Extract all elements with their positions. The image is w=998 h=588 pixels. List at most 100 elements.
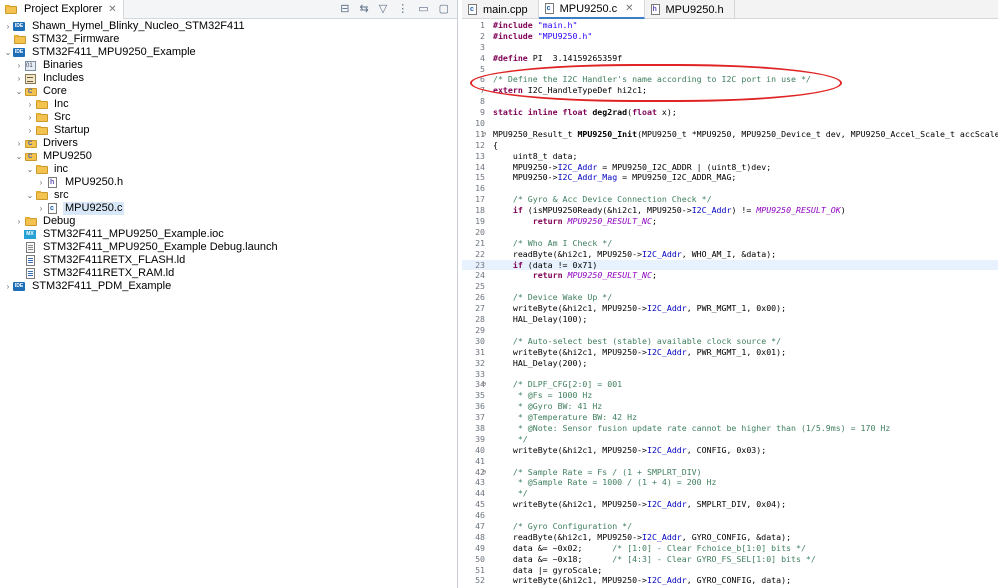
code-token: x); (661, 107, 677, 118)
expanded-chevron-icon[interactable]: ⌄ (14, 85, 24, 98)
collapsed-chevron-icon[interactable]: › (14, 137, 24, 150)
project-explorer-panel: Project Explorer ✕ ⊟ ⇆ ▽ ⋮ ▭ ▢ › Shawn_Hy… (0, 0, 458, 588)
code-line: 52 writeByte(&hi2c1, MPU9250->I2C_Addr, … (462, 575, 998, 586)
code-text: if (isMPU9250Ready(&hi2c1, MPU9250->I2C_… (493, 205, 846, 216)
code-line: 30 /* Auto-select best (stable) availabl… (462, 336, 998, 347)
collapse-all-icon[interactable]: ⊟ (340, 0, 349, 19)
collapsed-chevron-icon[interactable]: › (25, 98, 35, 111)
tree-item[interactable]: › MPU9250.c (0, 202, 457, 215)
tree-item[interactable]: › STM32F411_PDM_Example (0, 280, 457, 293)
close-view-icon[interactable]: ✕ (108, 4, 116, 15)
code-text: /* Who Am I Check */ (493, 238, 612, 249)
tree-item[interactable]: › Binaries (0, 59, 457, 72)
editor-tab[interactable]: MPU9250.c ✕ (538, 0, 645, 19)
expanded-chevron-icon[interactable]: ⌄ (25, 189, 35, 202)
line-number: 35 (475, 390, 485, 401)
tree-item[interactable]: ⌄ STM32F411_MPU9250_Example (0, 46, 457, 59)
project-explorer-icon (4, 4, 18, 15)
folder-icon (13, 34, 27, 45)
tree-item-label: STM32_Firmware (32, 33, 120, 45)
code-line: 13 uint8_t data; (462, 151, 998, 162)
folder-icon (24, 216, 38, 227)
tree-item[interactable]: STM32F411RETX_RAM.ld (0, 267, 457, 280)
folder-icon (35, 190, 49, 201)
code-token: HAL_Delay(100); (493, 314, 588, 325)
line-number: 22 (475, 248, 485, 259)
editor-tab[interactable]: MPU9250.h (645, 0, 735, 19)
code-token: if (493, 259, 528, 270)
code-line: 38 * @Note: Sensor fusion update rate ca… (462, 423, 998, 434)
line-number: 40 (475, 444, 485, 455)
tree-item[interactable]: STM32F411RETX_FLASH.ld (0, 254, 457, 267)
project-explorer-tab[interactable]: Project Explorer ✕ (0, 0, 124, 19)
fold-toggle-icon[interactable]: ⊖ (482, 379, 486, 390)
c-file-icon (46, 203, 60, 214)
code-token: ) != (731, 205, 757, 216)
code-token: data &= ~0x18; (493, 553, 613, 564)
line-number: 44 (475, 488, 485, 499)
link-with-editor-icon[interactable]: ⇆ (360, 0, 369, 19)
editor-tab[interactable]: main.cpp (462, 0, 539, 19)
minimize-icon[interactable]: ▭ (418, 0, 428, 19)
code-text: extern I2C_HandleTypeDef hi2c1; (493, 85, 647, 96)
tree-item[interactable]: › Src (0, 111, 457, 124)
collapsed-chevron-icon[interactable]: › (3, 280, 13, 293)
tree-item[interactable]: › Drivers (0, 137, 457, 150)
collapsed-chevron-icon[interactable]: › (25, 111, 35, 124)
line-number: 25 (475, 281, 485, 292)
close-tab-icon[interactable]: ✕ (625, 3, 633, 14)
code-token: (MPU9250_t *MPU9250, MPU9250_Device_t de… (637, 128, 998, 139)
code-token: I2C_Addr (646, 444, 687, 455)
collapsed-chevron-icon[interactable]: › (25, 124, 35, 137)
collapsed-chevron-icon[interactable]: › (36, 176, 46, 189)
code-token: deg2rad (592, 107, 628, 118)
code-line: 36 * @Gyro BW: 41 Hz (462, 401, 998, 412)
code-text: MPU9250->I2C_Addr = MPU9250_I2C_ADDR | (… (493, 162, 771, 173)
tree-item[interactable]: › Inc (0, 98, 457, 111)
code-text: data |= gyroScale; (493, 565, 602, 576)
tree-item[interactable]: STM32F411_MPU9250_Example Debug.launch (0, 241, 457, 254)
collapsed-chevron-icon[interactable]: › (3, 20, 13, 33)
code-area[interactable]: 1 #include "main.h" 2 #include "MPU9250.h" 3… (462, 19, 998, 588)
code-line: 19 return MPU9250_RESULT_NC; (462, 216, 998, 227)
tree-item-label: Shawn_Hymel_Blinky_Nucleo_STM32F411 (32, 20, 245, 32)
tree-item[interactable]: › Debug (0, 215, 457, 228)
includes-icon (24, 73, 38, 84)
code-line: 6 /* Define the I2C Handler's name accord… (462, 74, 998, 85)
expanded-chevron-icon[interactable]: ⌄ (14, 150, 24, 163)
fold-toggle-icon[interactable]: ⊖ (482, 129, 486, 140)
collapsed-chevron-icon[interactable]: › (36, 202, 46, 215)
collapsed-chevron-icon[interactable]: › (14, 59, 24, 72)
code-token: , WHO_AM_I, &data); (681, 248, 777, 259)
code-token: I2C_Addr (646, 303, 687, 314)
code-token: float (632, 107, 662, 118)
tree-item[interactable]: › MPU9250.h (0, 176, 457, 189)
expanded-chevron-icon[interactable]: ⌄ (3, 46, 13, 59)
code-line: 1 #include "main.h" (462, 20, 998, 31)
collapsed-chevron-icon[interactable]: › (14, 215, 24, 228)
tree-item[interactable]: › Startup (0, 124, 457, 137)
tree-item[interactable]: STM32F411_MPU9250_Example.ioc (0, 228, 457, 241)
code-text: writeByte(&hi2c1, MPU9250->I2C_Addr, PWR… (493, 303, 786, 314)
filter-icon[interactable]: ▽ (379, 0, 387, 19)
tree-item[interactable]: ⌄ MPU9250 (0, 150, 457, 163)
view-menu-icon[interactable]: ⋮ (397, 0, 408, 19)
tree-item[interactable]: STM32_Firmware (0, 33, 457, 46)
maximize-icon[interactable]: ▢ (439, 0, 449, 19)
code-text: #include "MPU9250.h" (493, 31, 592, 42)
tree-item[interactable]: ⌄ inc (0, 163, 457, 176)
line-number: 36 (475, 401, 485, 412)
code-token: MPU9250_Result_t (493, 128, 578, 139)
tree-item[interactable]: › Shawn_Hymel_Blinky_Nucleo_STM32F411 (0, 20, 457, 33)
tree-item[interactable]: ⌄ Core (0, 85, 457, 98)
code-token: MPU9250-> (493, 161, 558, 172)
expanded-chevron-icon[interactable]: ⌄ (25, 163, 35, 176)
tree-item[interactable]: ⌄ src (0, 189, 457, 202)
tree-item-label: src (54, 189, 69, 201)
collapsed-chevron-icon[interactable]: › (14, 72, 24, 85)
code-text: /* Device Wake Up */ (493, 292, 612, 303)
tree-item[interactable]: › Includes (0, 72, 457, 85)
fold-toggle-icon[interactable]: ⊖ (482, 467, 486, 478)
code-line: 28 HAL_Delay(100); (462, 314, 998, 325)
line-number: 38 (475, 422, 485, 433)
